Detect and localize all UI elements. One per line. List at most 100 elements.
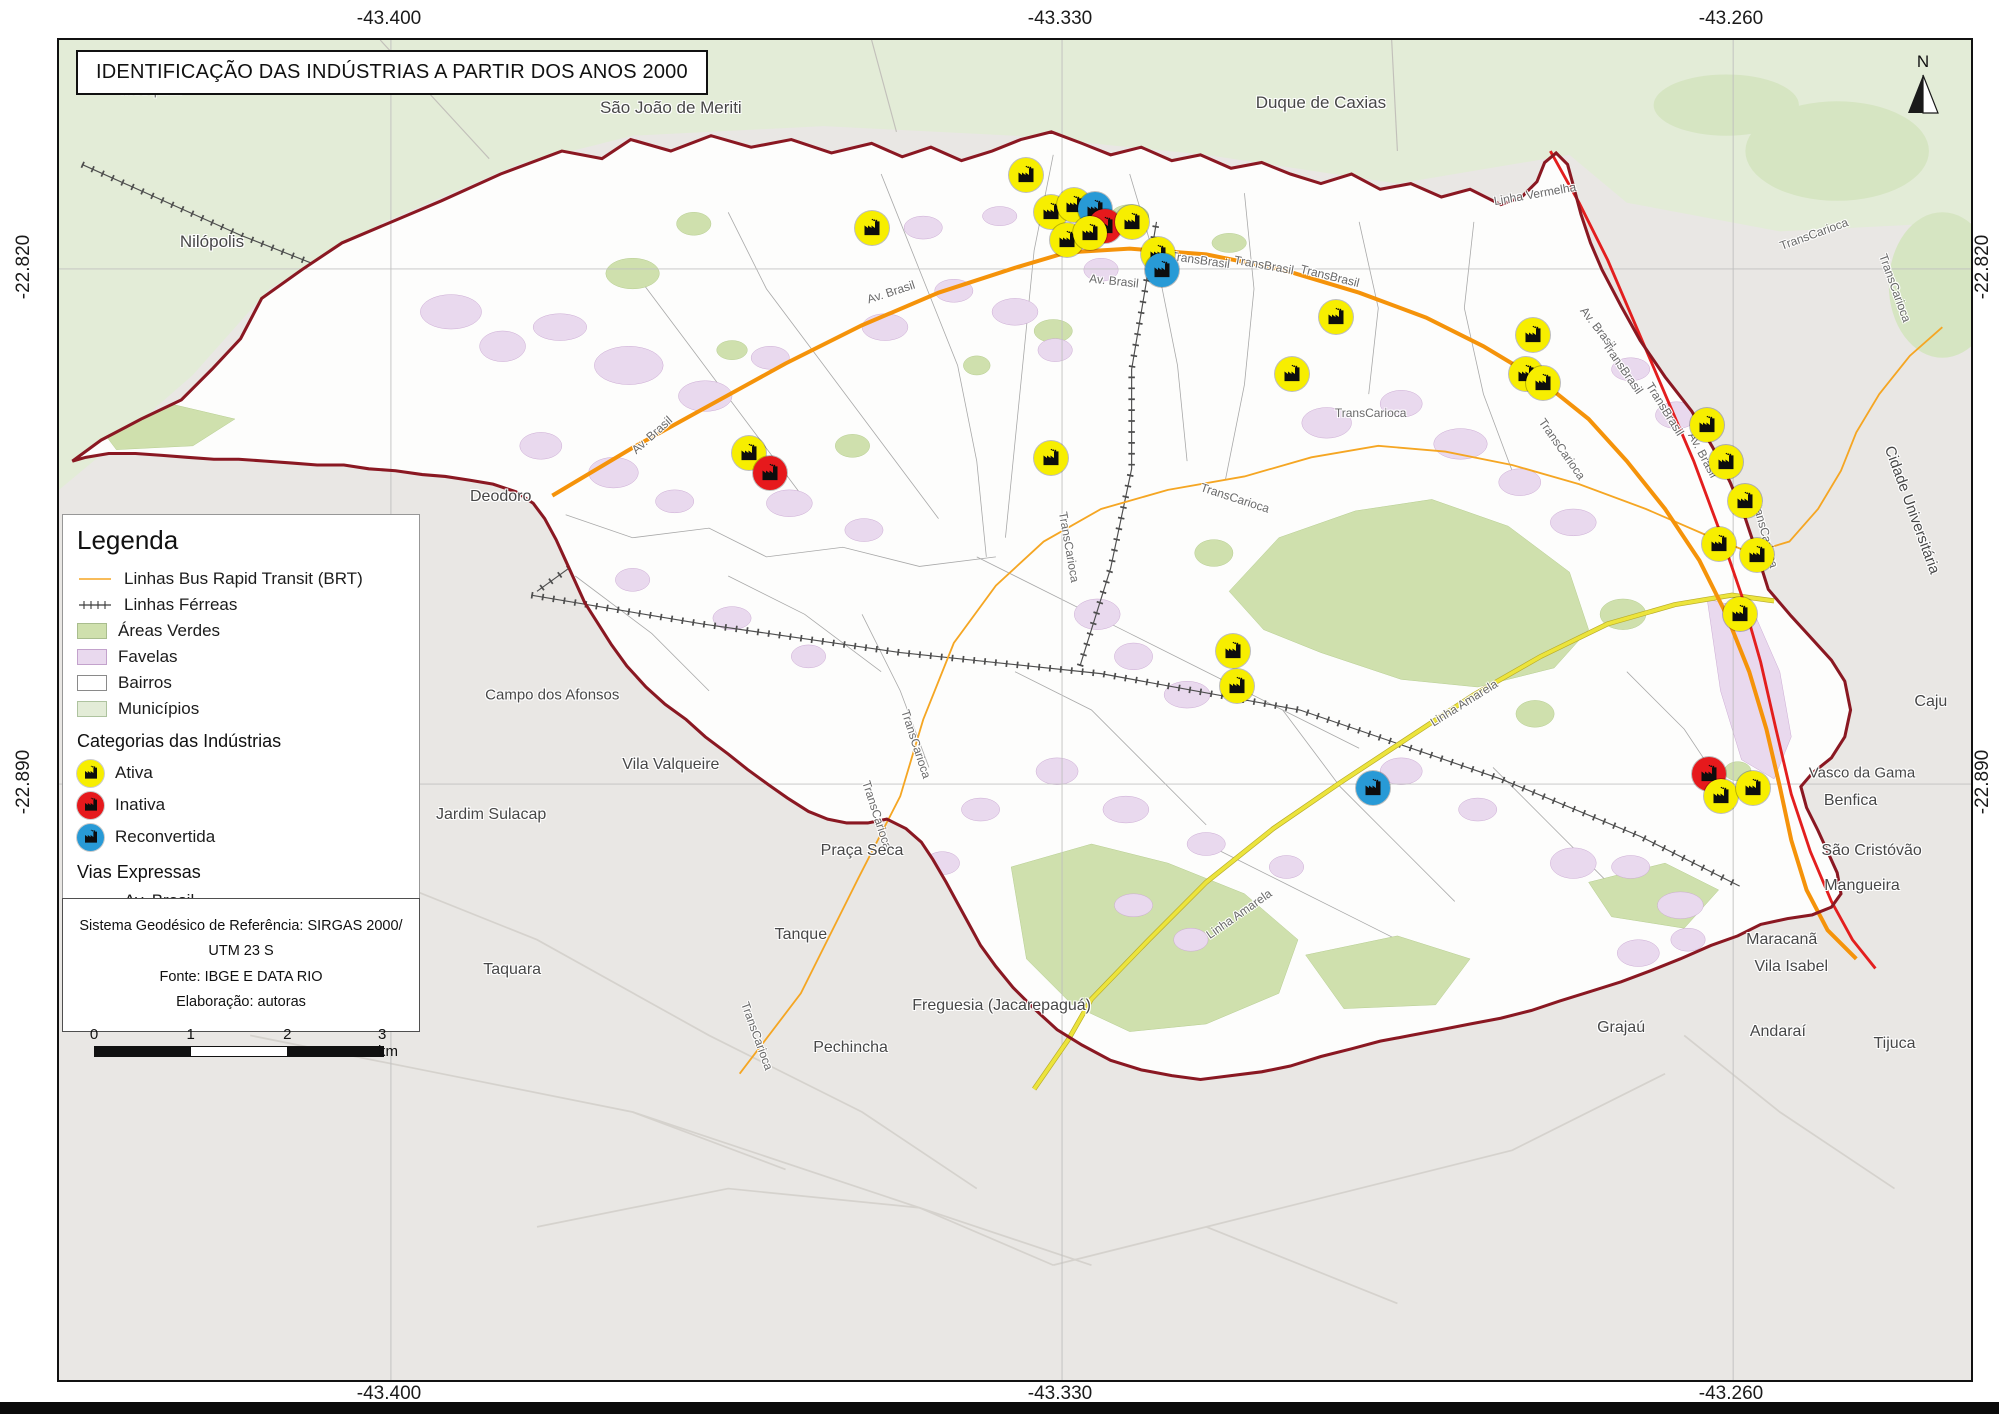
legend-item-label: Favelas <box>118 647 178 667</box>
municipios-swatch <box>77 701 107 717</box>
industry-marker-ativa <box>1220 669 1254 703</box>
grid-label-lat-left-1: -22.820 <box>13 235 35 299</box>
scale-bar-boxes <box>94 1046 384 1057</box>
place-label: Maracanã <box>1746 931 1817 949</box>
legend-item-label: Bairros <box>118 673 172 693</box>
brt-line-swatch <box>77 571 113 587</box>
industry-marker-ativa <box>1736 771 1770 805</box>
industry-marker-ativa <box>1009 158 1043 192</box>
scale-bar: 0 1 2 3 km <box>94 1026 384 1057</box>
bairros-swatch <box>77 675 107 691</box>
place-label: Vila Isabel <box>1755 958 1829 976</box>
place-label: Taquara <box>483 961 541 979</box>
place-label: Caju <box>1914 693 1947 711</box>
place-label: Deodoro <box>470 488 531 506</box>
industry-marker-ativa <box>1709 445 1743 479</box>
info-line-authors: Elaboração: autoras <box>69 990 413 1015</box>
info-line-source: Fonte: IBGE E DATA RIO <box>69 965 413 990</box>
industry-marker-ativa <box>1702 527 1736 561</box>
legend-item-label: Linhas Bus Rapid Transit (BRT) <box>124 569 363 589</box>
legend-category-ativa: Ativa <box>77 757 405 789</box>
legend-item-2: Áreas Verdes <box>77 618 405 644</box>
legend-item-label: Linhas Férreas <box>124 595 237 615</box>
legend-items: Linhas Bus Rapid Transit (BRT) Linhas Fér… <box>77 566 405 722</box>
factory-icon <box>1282 364 1302 384</box>
industry-marker-ativa <box>855 211 889 245</box>
place-label: São João de Meriti <box>600 98 742 118</box>
factory-icon <box>739 443 759 463</box>
grid-label-lon-top-3: -43.260 <box>1699 8 1763 30</box>
grid-label-lon-top-2: -43.330 <box>1028 8 1092 30</box>
factory-icon <box>1227 676 1247 696</box>
factory-icon <box>1730 604 1750 624</box>
title-box: IDENTIFICAÇÃO DAS INDÚSTRIAS A PARTIR DO… <box>76 50 708 95</box>
ativa-marker-swatch <box>77 760 104 787</box>
factory-icon <box>1080 223 1100 243</box>
industry-marker-ativa <box>1275 357 1309 391</box>
place-label: Pechincha <box>813 1039 888 1057</box>
place-label: Grajaú <box>1597 1019 1645 1037</box>
scale-bar-labels: 0 1 2 3 km <box>94 1026 384 1046</box>
industry-marker-ativa <box>1034 441 1068 475</box>
factory-icon <box>83 829 99 845</box>
factory-icon <box>1735 491 1755 511</box>
north-label: N <box>1901 52 1945 72</box>
scale-tick-0: 0 <box>90 1026 98 1043</box>
place-label: Vasco da Gama <box>1809 764 1915 781</box>
place-label: Freguesia (Jacarepaguá) <box>912 997 1091 1015</box>
factory-icon <box>1533 373 1553 393</box>
legend-category-label: Ativa <box>115 763 153 783</box>
legend-category-label: Reconvertida <box>115 827 215 847</box>
industry-marker-ativa <box>1516 318 1550 352</box>
legend-item-0: Linhas Bus Rapid Transit (BRT) <box>77 566 405 592</box>
industry-marker-ativa <box>1526 366 1560 400</box>
north-arrow: N <box>1901 52 1945 122</box>
areas-verdes-swatch <box>77 623 107 639</box>
industry-marker-inativa <box>753 456 787 490</box>
factory-icon <box>760 463 780 483</box>
info-box: Sistema Geodésico de Referência: SIRGAS … <box>62 898 420 1032</box>
factory-icon <box>1716 452 1736 472</box>
industry-marker-ativa <box>1073 216 1107 250</box>
legend-categories-title: Categorias das Indústrias <box>77 731 405 752</box>
grid-label-lon-top-1: -43.400 <box>357 8 421 30</box>
factory-icon <box>83 765 99 781</box>
map-frame: Av. BrasilAv. BrasilAv. BrasilTransBrasi… <box>57 38 1973 1382</box>
industry-marker-ativa <box>1704 779 1738 813</box>
factory-icon <box>1122 212 1142 232</box>
legend-category-label: Inativa <box>115 795 165 815</box>
place-label: Vila Valqueire <box>622 756 719 774</box>
place-label: Jardim Sulacap <box>436 806 546 824</box>
factory-icon <box>1016 165 1036 185</box>
factory-icon <box>1747 545 1767 565</box>
factory-icon <box>1523 325 1543 345</box>
legend-item-1: Linhas Férreas <box>77 592 405 618</box>
factory-icon <box>1223 641 1243 661</box>
legend-item-5: Municípios <box>77 696 405 722</box>
industry-marker-ativa <box>1319 300 1353 334</box>
factory-icon <box>1041 448 1061 468</box>
factory-icon <box>1326 307 1346 327</box>
industry-marker-reconvertida <box>1356 771 1390 805</box>
place-label: Nilópolis <box>180 232 244 252</box>
factory-icon <box>1152 260 1172 280</box>
legend-category-inativa: Inativa <box>77 789 405 821</box>
factory-icon <box>1697 415 1717 435</box>
legend-title: Legenda <box>77 525 405 556</box>
industry-marker-ativa <box>1216 634 1250 668</box>
legend-item-label: Áreas Verdes <box>118 621 220 641</box>
favelas-swatch <box>77 649 107 665</box>
place-label: Duque de Caxias <box>1256 93 1386 113</box>
scale-tick-2: 2 <box>283 1026 291 1043</box>
factory-icon <box>862 218 882 238</box>
legend-vias-title: Vias Expressas <box>77 862 405 883</box>
place-label: São Cristóvão <box>1821 842 1922 860</box>
industry-marker-reconvertida <box>1145 253 1179 287</box>
legend-item-3: Favelas <box>77 644 405 670</box>
info-line-utm: UTM 23 S <box>69 939 413 964</box>
grid-label-lat-right-1: -22.820 <box>1972 235 1994 299</box>
reconvertida-marker-swatch <box>77 824 104 851</box>
industry-marker-ativa <box>1690 408 1724 442</box>
place-label: Praça Seca <box>821 842 904 860</box>
north-arrow-icon <box>1903 73 1943 117</box>
